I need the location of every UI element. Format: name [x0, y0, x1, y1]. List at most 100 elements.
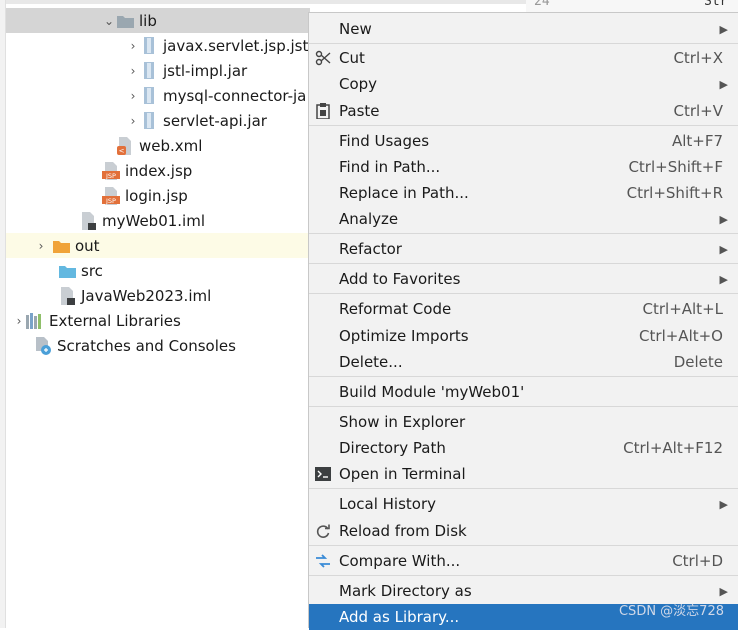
menu-item-shortcut: Ctrl+Alt+O	[639, 327, 723, 345]
context-menu: New ▶ Cut Ctrl+X Copy ▶ Paste Ctrl+V Fin…	[308, 12, 738, 630]
menu-item-new[interactable]: New ▶	[309, 16, 738, 42]
menu-item-refactor[interactable]: Refactor ▶	[309, 236, 738, 262]
menu-separator	[309, 406, 738, 407]
menu-item-label: Add to Favorites	[339, 270, 461, 288]
tree-item-label: jstl-impl.jar	[163, 61, 248, 80]
tree-item-jar[interactable]: › jstl-impl.jar	[6, 58, 310, 83]
menu-item-label: Analyze	[339, 210, 399, 228]
menu-item-compare-with[interactable]: Compare With... Ctrl+D	[309, 548, 738, 574]
tree-item-src[interactable]: src	[6, 258, 310, 283]
menu-item-replace-in-path[interactable]: Replace in Path... Ctrl+Shift+R	[309, 180, 738, 206]
menu-item-optimize-imports[interactable]: Optimize Imports Ctrl+Alt+O	[309, 323, 738, 349]
menu-item-label: Paste	[339, 102, 380, 120]
tree-item-jsp[interactable]: JSP index.jsp	[6, 158, 310, 183]
submenu-arrow-icon: ▶	[719, 242, 728, 256]
chevron-right-icon[interactable]: ›	[126, 39, 140, 53]
blue-folder-icon	[58, 262, 76, 280]
svg-text:<: <	[119, 147, 125, 155]
menu-item-reload-from-disk[interactable]: Reload from Disk	[309, 518, 738, 544]
chevron-down-icon[interactable]: ⌄	[102, 14, 116, 28]
tree-item-label: Scratches and Consoles	[57, 336, 236, 355]
menu-item-local-history[interactable]: Local History ▶	[309, 491, 738, 517]
iml-file-icon	[79, 211, 97, 230]
menu-item-delete[interactable]: Delete... Delete	[309, 349, 738, 375]
menu-item-directory-path[interactable]: Directory Path Ctrl+Alt+F12	[309, 435, 738, 461]
menu-item-add-as-library[interactable]: Add as Library...	[309, 604, 738, 630]
menu-item-find-usages[interactable]: Find Usages Alt+F7	[309, 128, 738, 154]
menu-item-mark-directory-as[interactable]: Mark Directory as ▶	[309, 578, 738, 604]
chevron-right-icon[interactable]: ›	[12, 314, 26, 328]
tree-item-label: login.jsp	[125, 186, 188, 205]
xml-file-icon: <	[116, 136, 134, 155]
menu-separator	[309, 43, 738, 44]
menu-separator	[309, 376, 738, 377]
menu-item-shortcut: Ctrl+X	[673, 49, 723, 67]
tree-item-jsp[interactable]: JSP login.jsp	[6, 183, 310, 208]
scratches-icon	[34, 336, 52, 355]
menu-item-label: Cut	[339, 49, 365, 67]
jar-icon	[140, 62, 158, 80]
menu-item-open-in-terminal[interactable]: Open in Terminal	[309, 461, 738, 487]
menu-item-shortcut: Ctrl+Shift+R	[626, 184, 723, 202]
menu-item-show-in-explorer[interactable]: Show in Explorer	[309, 409, 738, 435]
menu-item-label: Reformat Code	[339, 300, 452, 318]
orange-folder-icon	[52, 237, 70, 255]
code-snippet: Str	[704, 0, 728, 9]
tree-item-label: src	[81, 261, 103, 280]
tree-item-jar[interactable]: › javax.servlet.jsp.jst	[6, 33, 310, 58]
menu-item-label: Build Module 'myWeb01'	[339, 383, 525, 401]
libraries-icon	[26, 312, 44, 330]
menu-item-label: Compare With...	[339, 552, 461, 570]
submenu-arrow-icon: ▶	[719, 272, 728, 286]
tree-item-external-libraries[interactable]: › External Libraries	[6, 308, 310, 333]
tree-item-label: lib	[139, 11, 157, 30]
tree-item-iml[interactable]: myWeb01.iml	[6, 208, 310, 233]
menu-item-analyze[interactable]: Analyze ▶	[309, 206, 738, 232]
compare-icon	[314, 552, 332, 570]
tree-item-label: servlet-api.jar	[163, 111, 267, 130]
menu-item-cut[interactable]: Cut Ctrl+X	[309, 45, 738, 71]
tree-item-label: out	[75, 236, 100, 255]
jar-icon	[140, 37, 158, 55]
tree-item-label: web.xml	[139, 136, 203, 155]
menu-item-copy[interactable]: Copy ▶	[309, 71, 738, 97]
menu-item-label: Local History	[339, 495, 437, 513]
menu-item-label: Replace in Path...	[339, 184, 469, 202]
menu-item-label: Copy	[339, 75, 378, 93]
reload-icon	[314, 522, 332, 540]
menu-item-find-in-path[interactable]: Find in Path... Ctrl+Shift+F	[309, 154, 738, 180]
svg-text:JSP: JSP	[105, 197, 116, 205]
menu-item-label: Find Usages	[339, 132, 430, 150]
tree-item-lib[interactable]: ⌄ lib	[6, 8, 310, 33]
menu-item-label: Find in Path...	[339, 158, 441, 176]
jsp-file-icon: JSP	[102, 186, 120, 205]
menu-item-add-to-favorites[interactable]: Add to Favorites ▶	[309, 266, 738, 292]
menu-item-label: Optimize Imports	[339, 327, 469, 345]
project-tree: ⌄ lib › javax.servlet.jsp.jst › jstl-imp…	[6, 0, 310, 628]
tree-item-label: JavaWeb2023.iml	[81, 286, 212, 305]
tree-item-jar[interactable]: › servlet-api.jar	[6, 108, 310, 133]
menu-item-label: Refactor	[339, 240, 402, 258]
menu-separator	[309, 125, 738, 126]
menu-separator	[309, 233, 738, 234]
menu-item-build-module[interactable]: Build Module 'myWeb01'	[309, 379, 738, 405]
submenu-arrow-icon: ▶	[719, 212, 728, 226]
menu-item-shortcut: Ctrl+Alt+F12	[623, 439, 723, 457]
jar-icon	[140, 87, 158, 105]
tree-item-jar[interactable]: › mysql-connector-ja	[6, 83, 310, 108]
tree-item-iml[interactable]: JavaWeb2023.iml	[6, 283, 310, 308]
tree-item-label: mysql-connector-ja	[163, 86, 307, 105]
editor-peek: 24 Str	[526, 0, 738, 12]
chevron-right-icon[interactable]: ›	[126, 89, 140, 103]
tree-item-scratches[interactable]: Scratches and Consoles	[6, 333, 310, 358]
chevron-right-icon[interactable]: ›	[126, 64, 140, 78]
chevron-right-icon[interactable]: ›	[126, 114, 140, 128]
tree-item-web-xml[interactable]: < web.xml	[6, 133, 310, 158]
menu-separator	[309, 293, 738, 294]
folder-icon	[116, 12, 134, 30]
terminal-icon	[314, 465, 332, 483]
tree-item-out[interactable]: › out	[6, 233, 310, 258]
menu-item-paste[interactable]: Paste Ctrl+V	[309, 98, 738, 124]
chevron-right-icon[interactable]: ›	[34, 239, 48, 253]
menu-item-reformat-code[interactable]: Reformat Code Ctrl+Alt+L	[309, 296, 738, 322]
